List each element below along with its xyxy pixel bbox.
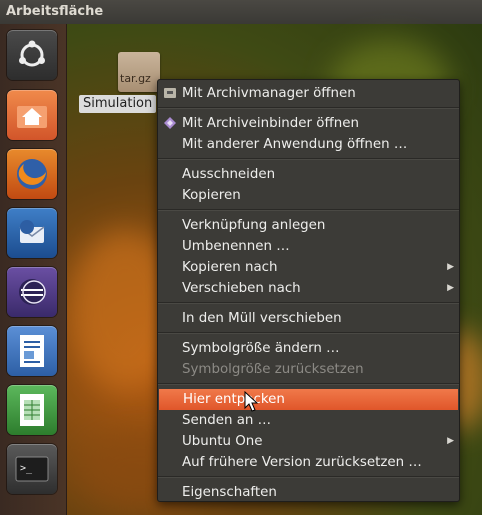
menu-item[interactable]: Eigenschaften bbox=[158, 482, 459, 503]
menu-item[interactable]: Kopieren bbox=[158, 185, 459, 206]
menu-item-label: Verknüpfung anlegen bbox=[182, 218, 326, 233]
menu-item[interactable]: Mit Archivmanager öffnen bbox=[158, 83, 459, 104]
eclipse-icon[interactable] bbox=[7, 267, 57, 317]
archive-file-icon[interactable]: tar.gz bbox=[118, 52, 160, 92]
menu-item-label: Hier entpacken bbox=[183, 392, 285, 407]
menu-separator bbox=[158, 476, 459, 478]
menu-separator bbox=[158, 107, 459, 109]
archive-mounter-icon bbox=[164, 117, 176, 129]
ubuntu-dash-icon[interactable] bbox=[7, 30, 57, 80]
menu-separator bbox=[158, 158, 459, 160]
menu-item[interactable]: In den Müll verschieben bbox=[158, 308, 459, 329]
archive-manager-icon bbox=[164, 88, 176, 98]
menu-item-label: Senden an … bbox=[182, 413, 272, 428]
mouse-cursor-icon bbox=[244, 391, 259, 412]
menu-item[interactable]: Ubuntu One ▶ bbox=[158, 431, 459, 452]
svg-text:>_: >_ bbox=[20, 463, 33, 474]
menu-item[interactable]: Senden an … bbox=[158, 410, 459, 431]
menu-item-label: Ausschneiden bbox=[182, 167, 276, 182]
menu-item-label: Auf frühere Version zurücksetzen … bbox=[182, 455, 422, 470]
menu-item[interactable]: Umbenennen … bbox=[158, 236, 459, 257]
submenu-arrow-icon: ▶ bbox=[447, 283, 454, 293]
menu-item[interactable]: Verschieben nach ▶ bbox=[158, 278, 459, 299]
menu-item-label: Umbenennen … bbox=[182, 239, 290, 254]
launcher: >_ bbox=[0, 24, 67, 515]
menu-item[interactable]: Auf frühere Version zurücksetzen … bbox=[158, 452, 459, 473]
context-menu: Mit Archivmanager öffnen Mit Archiveinbin… bbox=[157, 79, 460, 502]
thunderbird-icon[interactable] bbox=[7, 208, 57, 258]
menu-item[interactable]: Mit anderer Anwendung öffnen … bbox=[158, 134, 459, 155]
menu-item-label: Mit anderer Anwendung öffnen … bbox=[182, 137, 408, 152]
menu-item-label: Kopieren bbox=[182, 188, 241, 203]
menu-item-label: Ubuntu One bbox=[182, 434, 263, 449]
menu-item-label: Mit Archiveinbinder öffnen bbox=[182, 116, 359, 131]
file-label[interactable]: Simulation bbox=[79, 95, 157, 113]
firefox-icon[interactable] bbox=[7, 149, 57, 199]
menu-item-label: Eigenschaften bbox=[182, 485, 277, 500]
menu-item-label: Kopieren nach bbox=[182, 260, 278, 275]
menu-item[interactable]: Hier entpacken bbox=[159, 389, 458, 410]
terminal-icon[interactable]: >_ bbox=[7, 444, 57, 494]
menu-separator bbox=[158, 332, 459, 334]
home-folder-icon[interactable] bbox=[7, 90, 57, 140]
menu-item[interactable]: Ausschneiden bbox=[158, 164, 459, 185]
submenu-arrow-icon: ▶ bbox=[447, 262, 454, 272]
file-icon-text: tar.gz bbox=[120, 72, 151, 85]
menu-item-label: Symbolgröße zurücksetzen bbox=[182, 362, 364, 377]
menu-separator bbox=[158, 209, 459, 211]
menu-item[interactable]: Mit Archiveinbinder öffnen bbox=[158, 113, 459, 134]
window-title: Arbeitsfläche bbox=[6, 4, 104, 19]
menu-separator bbox=[158, 383, 459, 385]
menu-item[interactable]: Verknüpfung anlegen bbox=[158, 215, 459, 236]
menu-item: Symbolgröße zurücksetzen bbox=[158, 359, 459, 380]
top-panel: Arbeitsfläche bbox=[0, 0, 482, 24]
writer-icon[interactable] bbox=[7, 326, 57, 376]
menu-item-label: Symbolgröße ändern … bbox=[182, 341, 340, 356]
menu-separator bbox=[158, 302, 459, 304]
menu-item-label: In den Müll verschieben bbox=[182, 311, 342, 326]
menu-item[interactable]: Kopieren nach ▶ bbox=[158, 257, 459, 278]
calc-icon[interactable] bbox=[7, 385, 57, 435]
menu-item-label: Verschieben nach bbox=[182, 281, 301, 296]
submenu-arrow-icon: ▶ bbox=[447, 436, 454, 446]
menu-item-label: Mit Archivmanager öffnen bbox=[182, 86, 356, 101]
menu-item[interactable]: Symbolgröße ändern … bbox=[158, 338, 459, 359]
